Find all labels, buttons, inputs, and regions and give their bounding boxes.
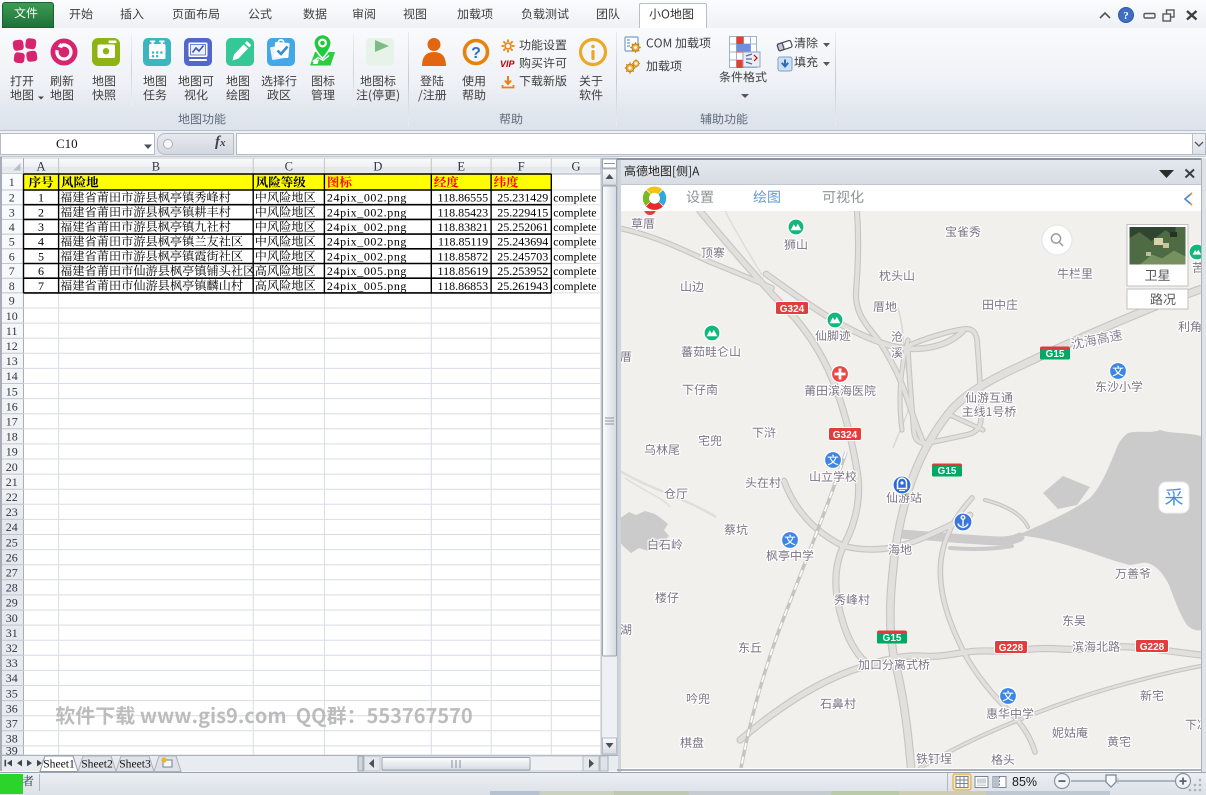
svg-text:3: 3 bbox=[38, 220, 44, 234]
svg-text:35: 35 bbox=[6, 686, 18, 700]
svg-text:25.245703: 25.245703 bbox=[497, 249, 548, 263]
svg-text:30: 30 bbox=[6, 611, 18, 625]
svg-text:6: 6 bbox=[9, 249, 15, 263]
svg-text:G15: G15 bbox=[883, 633, 902, 644]
svg-text:complete: complete bbox=[553, 249, 596, 263]
svg-text:24pix_002.png: 24pix_002.png bbox=[327, 235, 407, 249]
svg-text:12: 12 bbox=[6, 339, 18, 353]
svg-text:8: 8 bbox=[9, 279, 15, 293]
svg-text:14: 14 bbox=[6, 369, 18, 383]
svg-text:118.83821: 118.83821 bbox=[438, 220, 489, 234]
svg-text:7: 7 bbox=[38, 279, 44, 293]
svg-text:33: 33 bbox=[6, 656, 18, 670]
svg-text:20: 20 bbox=[6, 460, 18, 474]
svg-text:36: 36 bbox=[6, 701, 18, 715]
svg-text:24pix_002.png: 24pix_002.png bbox=[327, 220, 407, 234]
svg-text:25: 25 bbox=[6, 535, 18, 549]
svg-text:118.85119: 118.85119 bbox=[438, 235, 488, 249]
svg-text:32: 32 bbox=[6, 641, 18, 655]
svg-text:complete: complete bbox=[553, 191, 596, 205]
svg-text:G228: G228 bbox=[1140, 642, 1165, 653]
svg-text:7: 7 bbox=[9, 264, 15, 278]
svg-text:31: 31 bbox=[6, 626, 18, 640]
svg-text:E: E bbox=[457, 160, 465, 174]
svg-text:25.229415: 25.229415 bbox=[497, 205, 548, 219]
svg-text:D: D bbox=[373, 160, 382, 174]
svg-text:16: 16 bbox=[6, 399, 18, 413]
svg-text:34: 34 bbox=[6, 671, 18, 685]
svg-text:complete: complete bbox=[553, 220, 596, 234]
svg-text:26: 26 bbox=[6, 550, 18, 564]
svg-text:17: 17 bbox=[6, 414, 18, 428]
svg-text:15: 15 bbox=[6, 384, 18, 398]
svg-text:118.86853: 118.86853 bbox=[438, 279, 489, 293]
svg-text:24pix_005.png: 24pix_005.png bbox=[327, 279, 407, 293]
svg-text:118.85423: 118.85423 bbox=[438, 205, 489, 219]
svg-text:G15: G15 bbox=[938, 466, 957, 477]
svg-text:28: 28 bbox=[6, 581, 18, 595]
svg-text:23: 23 bbox=[6, 505, 18, 519]
svg-text:21: 21 bbox=[6, 475, 18, 489]
svg-text:2: 2 bbox=[9, 191, 15, 205]
svg-text:9: 9 bbox=[9, 294, 15, 308]
svg-text:Sheet2: Sheet2 bbox=[81, 758, 113, 771]
svg-text:1: 1 bbox=[38, 191, 44, 205]
svg-text:G324: G324 bbox=[833, 430, 858, 441]
svg-text:G15: G15 bbox=[1046, 349, 1065, 360]
svg-text:118.86555: 118.86555 bbox=[438, 191, 489, 205]
svg-text:1: 1 bbox=[9, 175, 15, 189]
svg-text:Sheet1: Sheet1 bbox=[43, 758, 75, 771]
svg-text:25.261943: 25.261943 bbox=[497, 279, 548, 293]
svg-text:C: C bbox=[285, 160, 293, 174]
svg-text:3: 3 bbox=[9, 205, 15, 219]
svg-text:13: 13 bbox=[6, 354, 18, 368]
svg-text:G324: G324 bbox=[780, 304, 805, 315]
svg-text:complete: complete bbox=[553, 235, 596, 249]
svg-text:19: 19 bbox=[6, 445, 18, 459]
svg-text:?: ? bbox=[1123, 10, 1129, 22]
svg-text:A: A bbox=[37, 160, 46, 174]
svg-text:complete: complete bbox=[553, 264, 596, 278]
svg-text:F: F bbox=[518, 160, 525, 174]
svg-text:27: 27 bbox=[6, 565, 18, 579]
svg-text:118.85619: 118.85619 bbox=[438, 264, 489, 278]
svg-text:24pix_002.png: 24pix_002.png bbox=[327, 249, 407, 263]
svg-text:25.231429: 25.231429 bbox=[497, 191, 548, 205]
svg-text:11: 11 bbox=[6, 324, 18, 338]
svg-text:Sheet3: Sheet3 bbox=[119, 758, 151, 771]
svg-text:24pix_002.png: 24pix_002.png bbox=[327, 191, 407, 205]
svg-text:25.253952: 25.253952 bbox=[497, 264, 548, 278]
svg-text:18: 18 bbox=[6, 430, 18, 444]
svg-text:4: 4 bbox=[38, 235, 44, 249]
svg-text:2: 2 bbox=[38, 205, 44, 219]
svg-text:24: 24 bbox=[6, 520, 18, 534]
svg-text:24pix_005.png: 24pix_005.png bbox=[327, 264, 407, 278]
svg-text:10: 10 bbox=[6, 309, 18, 323]
svg-text:29: 29 bbox=[6, 596, 18, 610]
svg-text:6: 6 bbox=[38, 264, 44, 278]
svg-text:25.252061: 25.252061 bbox=[497, 220, 548, 234]
svg-text:G228: G228 bbox=[999, 643, 1024, 654]
svg-text:24pix_002.png: 24pix_002.png bbox=[327, 205, 407, 219]
svg-text:G: G bbox=[571, 160, 580, 174]
svg-text:5: 5 bbox=[9, 235, 15, 249]
svg-text:25.243694: 25.243694 bbox=[497, 235, 548, 249]
svg-text:4: 4 bbox=[9, 220, 15, 234]
svg-text:5: 5 bbox=[38, 249, 44, 263]
svg-text:22: 22 bbox=[6, 490, 18, 504]
svg-text:118.85872: 118.85872 bbox=[438, 249, 489, 263]
svg-text:complete: complete bbox=[553, 279, 596, 293]
svg-text:37: 37 bbox=[6, 716, 18, 730]
svg-text:B: B bbox=[152, 160, 160, 174]
svg-text:complete: complete bbox=[553, 205, 596, 219]
